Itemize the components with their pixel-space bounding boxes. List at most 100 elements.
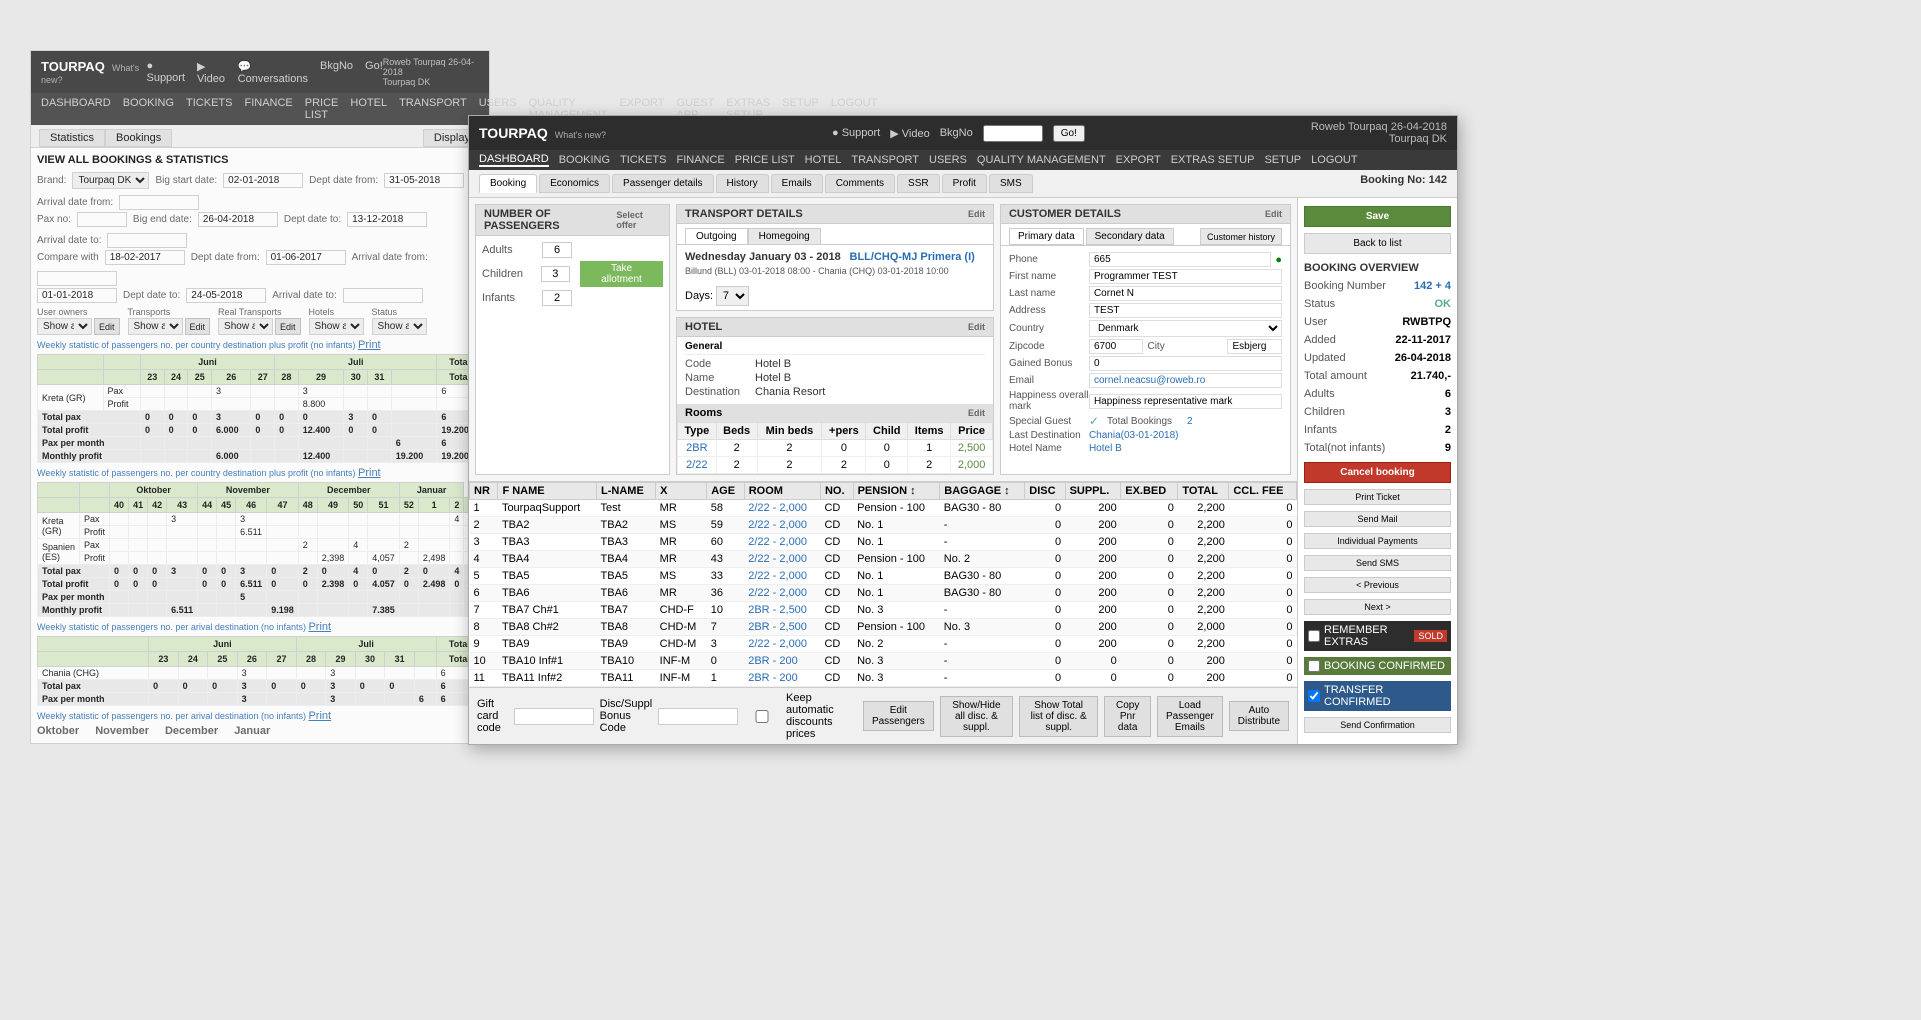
tab-economics[interactable]: Economics bbox=[539, 174, 610, 193]
arrival-to-input[interactable] bbox=[107, 233, 187, 248]
transport-edit-icon[interactable]: Edit bbox=[968, 209, 985, 219]
go-button[interactable]: Go! bbox=[1053, 125, 1085, 142]
nav-dashboard[interactable]: DASHBOARD bbox=[479, 153, 549, 167]
bg-nav-finance[interactable]: FINANCE bbox=[244, 97, 292, 121]
dept-to-input[interactable] bbox=[347, 212, 427, 227]
hotel-edit-icon[interactable]: Edit bbox=[968, 322, 985, 332]
nav-transport[interactable]: TRANSPORT bbox=[851, 154, 919, 166]
bg-nav-booking[interactable]: BOOKING bbox=[123, 97, 174, 121]
hotel-panel-header: HOTEL Edit bbox=[677, 318, 993, 337]
arrival-from-input[interactable] bbox=[119, 195, 199, 210]
dept-from2-input[interactable] bbox=[266, 250, 346, 265]
user-owners-edit[interactable]: Edit bbox=[94, 318, 120, 335]
nav-hotel[interactable]: HOTEL bbox=[805, 154, 842, 166]
weekly-stat-3-title[interactable]: Weekly statistic of passengers no. per a… bbox=[37, 621, 483, 633]
real-transports-select[interactable]: Show all bbox=[218, 318, 273, 335]
prev-button[interactable]: < Previous bbox=[1304, 577, 1451, 593]
bg-nav-tickets[interactable]: TICKETS bbox=[186, 97, 232, 121]
bg-nav-transport[interactable]: TRANSPORT bbox=[399, 97, 467, 121]
nav-quality[interactable]: QUALITY MANAGEMENT bbox=[977, 154, 1106, 166]
send-mail-button[interactable]: Send Mail bbox=[1304, 511, 1451, 527]
hotels-select[interactable]: Show all bbox=[309, 318, 364, 335]
passengers-select-offer[interactable]: Select offer bbox=[616, 210, 661, 230]
weekly-stat-4-title[interactable]: Weekly statistic of passengers no. per a… bbox=[37, 710, 483, 722]
individual-payments-button[interactable]: Individual Payments bbox=[1304, 533, 1451, 549]
tab-comments[interactable]: Comments bbox=[825, 174, 895, 193]
nav-users[interactable]: USERS bbox=[929, 154, 967, 166]
nav-export[interactable]: EXPORT bbox=[1116, 154, 1161, 166]
big-end-input[interactable] bbox=[198, 212, 278, 227]
tab-booking[interactable]: Booking bbox=[479, 174, 537, 193]
remember-extras-checkbox[interactable] bbox=[1308, 630, 1320, 642]
bg-nav-dashboard[interactable]: DASHBOARD bbox=[41, 97, 111, 121]
transfer-confirmed-checkbox[interactable] bbox=[1308, 690, 1320, 702]
nav-extras[interactable]: EXTRAS SETUP bbox=[1171, 154, 1255, 166]
tab-ssr[interactable]: SSR bbox=[897, 174, 940, 193]
back-to-list-button[interactable]: Back to list bbox=[1304, 233, 1451, 254]
edit-passengers-button[interactable]: Edit Passengers bbox=[863, 701, 934, 731]
pax-input[interactable] bbox=[77, 212, 127, 227]
nav-setup[interactable]: SETUP bbox=[1264, 154, 1301, 166]
compare-start-input[interactable] bbox=[105, 250, 185, 265]
tab-history[interactable]: History bbox=[716, 174, 769, 193]
email-value[interactable]: cornel.neacsu@roweb.ro bbox=[1089, 373, 1282, 388]
take-allotment-button[interactable]: Take allotment bbox=[580, 261, 663, 287]
total-bookings-value[interactable]: 2 bbox=[1187, 416, 1193, 427]
copy-pnr-button[interactable]: Copy Pnr data bbox=[1104, 696, 1151, 737]
bookings-tab[interactable]: Bookings bbox=[105, 129, 172, 147]
nav-logout[interactable]: LOGOUT bbox=[1311, 154, 1357, 166]
compare-end-input[interactable] bbox=[37, 288, 117, 303]
send-confirmation-button[interactable]: Send Confirmation bbox=[1304, 717, 1451, 733]
tab-passenger-details[interactable]: Passenger details bbox=[612, 174, 714, 193]
tab-emails[interactable]: Emails bbox=[771, 174, 823, 193]
weekly-stat-2-title[interactable]: Weekly statistic of passengers no. per c… bbox=[37, 467, 483, 479]
print-ticket-button[interactable]: Print Ticket bbox=[1304, 489, 1451, 505]
nav-finance[interactable]: FINANCE bbox=[676, 154, 724, 166]
load-emails-button[interactable]: Load Passenger Emails bbox=[1157, 696, 1223, 737]
dept-to2-input[interactable] bbox=[186, 288, 266, 303]
secondary-data-tab[interactable]: Secondary data bbox=[1086, 228, 1174, 245]
booking-confirmed-checkbox[interactable] bbox=[1308, 660, 1320, 672]
cancel-booking-button[interactable]: Cancel booking bbox=[1304, 462, 1451, 483]
arrival-from2-input[interactable] bbox=[37, 271, 117, 286]
customer-history-button[interactable]: Customer history bbox=[1200, 228, 1282, 245]
next-button[interactable]: Next > bbox=[1304, 599, 1451, 615]
bg-nav-pricelist[interactable]: PRICE LIST bbox=[305, 97, 339, 121]
keep-automatic-checkbox[interactable] bbox=[744, 710, 780, 723]
transports-select[interactable]: Show all bbox=[128, 318, 183, 335]
nav-booking[interactable]: BOOKING bbox=[559, 154, 610, 166]
homegoing-tab[interactable]: Homegoing bbox=[748, 228, 821, 244]
send-sms-button[interactable]: Send SMS bbox=[1304, 555, 1451, 571]
bg-nav-hotel[interactable]: HOTEL bbox=[350, 97, 387, 121]
transports-edit[interactable]: Edit bbox=[185, 318, 211, 335]
table-row: 10TBA10 Inf#1TBA10INF-M02BR - 200CDNo. 3… bbox=[470, 653, 1297, 670]
outgoing-tab[interactable]: Outgoing bbox=[685, 228, 748, 244]
days-select[interactable]: 7 bbox=[716, 286, 749, 306]
auto-distribute-button[interactable]: Auto Distribute bbox=[1229, 701, 1289, 731]
big-start-input[interactable] bbox=[223, 173, 303, 188]
customer-edit-icon[interactable]: Edit bbox=[1265, 209, 1282, 219]
brand-select[interactable]: Tourpaq DK bbox=[72, 172, 149, 189]
stats-tab[interactable]: Statistics bbox=[39, 129, 105, 147]
discount-input[interactable] bbox=[658, 708, 738, 725]
hotel-name-cust-value[interactable]: Hotel B bbox=[1089, 443, 1122, 454]
weekly-stat-1-title[interactable]: Weekly statistic of passengers no. per c… bbox=[37, 339, 483, 351]
gift-card-input[interactable] bbox=[514, 708, 594, 725]
tab-sms[interactable]: SMS bbox=[989, 174, 1033, 193]
user-owners-select[interactable]: Show all bbox=[37, 318, 92, 335]
status-select[interactable]: Show all bbox=[372, 318, 427, 335]
country-select[interactable]: Denmark bbox=[1089, 320, 1282, 337]
nav-tickets[interactable]: TICKETS bbox=[620, 154, 666, 166]
primary-data-tab[interactable]: Primary data bbox=[1009, 228, 1084, 245]
real-transports-edit[interactable]: Edit bbox=[275, 318, 301, 335]
tab-profit[interactable]: Profit bbox=[942, 174, 987, 193]
show-hide-button[interactable]: Show/Hide all disc. & suppl. bbox=[940, 696, 1013, 737]
rooms-edit-icon[interactable]: Edit bbox=[968, 408, 985, 418]
last-dest-value[interactable]: Chania(03-01-2018) bbox=[1089, 430, 1179, 441]
show-total-button[interactable]: Show Total list of disc. & suppl. bbox=[1019, 696, 1098, 737]
save-button[interactable]: Save bbox=[1304, 206, 1451, 227]
nav-pricelist[interactable]: PRICE LIST bbox=[735, 154, 795, 166]
arrival-to2-input[interactable] bbox=[343, 288, 423, 303]
dept-from-input[interactable] bbox=[384, 173, 464, 188]
bkgno-input[interactable] bbox=[983, 125, 1043, 142]
